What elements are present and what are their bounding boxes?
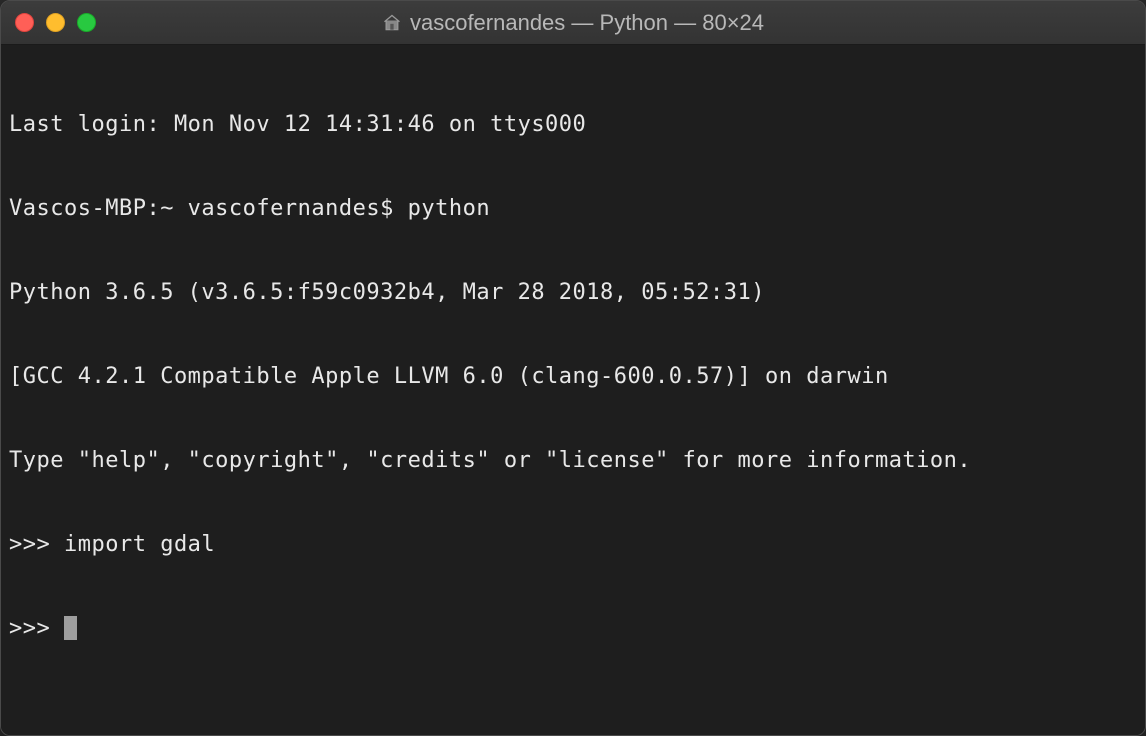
terminal-line: Type "help", "copyright", "credits" or "… [9, 447, 1137, 475]
window-title: vascofernandes — Python — 80×24 [410, 10, 764, 36]
terminal-prompt-line: >>> [9, 615, 1137, 643]
title-bar[interactable]: vascofernandes — Python — 80×24 [1, 1, 1145, 45]
traffic-lights [15, 13, 96, 32]
terminal-prompt: >>> [9, 615, 64, 643]
terminal-line: Python 3.6.5 (v3.6.5:f59c0932b4, Mar 28 … [9, 279, 1137, 307]
cursor [64, 616, 77, 640]
close-button[interactable] [15, 13, 34, 32]
home-icon [382, 13, 402, 33]
minimize-button[interactable] [46, 13, 65, 32]
maximize-button[interactable] [77, 13, 96, 32]
terminal-line: Last login: Mon Nov 12 14:31:46 on ttys0… [9, 111, 1137, 139]
terminal-line: Vascos-MBP:~ vascofernandes$ python [9, 195, 1137, 223]
terminal-line: [GCC 4.2.1 Compatible Apple LLVM 6.0 (cl… [9, 363, 1137, 391]
terminal-body[interactable]: Last login: Mon Nov 12 14:31:46 on ttys0… [1, 45, 1145, 735]
terminal-line: >>> import gdal [9, 531, 1137, 559]
terminal-window: vascofernandes — Python — 80×24 Last log… [0, 0, 1146, 736]
window-title-container: vascofernandes — Python — 80×24 [382, 10, 764, 36]
